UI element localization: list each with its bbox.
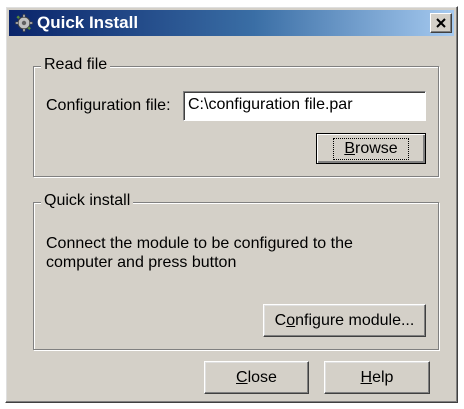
configure-module-button[interactable]: Configure module...: [263, 304, 426, 337]
quick-install-legend: Quick install: [41, 192, 134, 210]
help-button[interactable]: Help: [324, 361, 430, 394]
title-bar[interactable]: Quick Install: [9, 10, 454, 36]
help-button-label: Help: [360, 368, 394, 386]
read-file-group: Read file Configuration file: C:\configu…: [33, 56, 439, 177]
configure-module-button-label: Configure module...: [274, 311, 415, 329]
quick-install-window: Quick Install Read file Configuration fi…: [5, 6, 458, 403]
config-file-label: Configuration file:: [46, 97, 171, 114]
config-file-input[interactable]: C:\configuration file.par: [183, 91, 426, 121]
close-button-label: Close: [236, 368, 277, 386]
read-file-legend: Read file: [41, 56, 111, 74]
gear-icon: [15, 14, 33, 32]
window-title: Quick Install: [37, 13, 139, 32]
quick-install-group: Quick install Connect the module to be c…: [33, 192, 439, 350]
browse-button-label: Browse: [333, 137, 409, 160]
quick-install-description: Connect the module to be configured to t…: [46, 235, 353, 271]
title-close-button[interactable]: [430, 13, 452, 33]
close-button[interactable]: Close: [204, 361, 309, 394]
browse-button[interactable]: Browse: [316, 133, 426, 164]
close-icon: [436, 18, 446, 28]
